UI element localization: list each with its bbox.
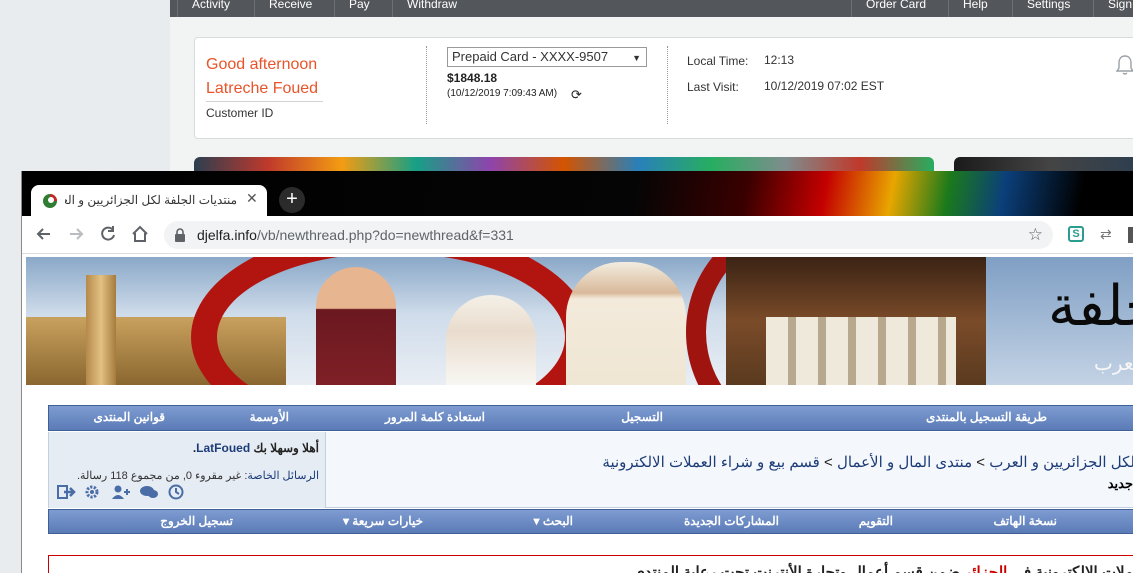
tab-title: منتديات الجلفة لكل الجزائريين و العرب	[65, 193, 237, 207]
extension-partial-icon[interactable]	[1128, 227, 1133, 243]
private-messages-count: : غير مقروء 0, من مجموع 118 رسالة.	[77, 470, 248, 482]
breadcrumb-separator: >	[824, 454, 833, 471]
url-path: /vb/newthread.php?do=newthread&f=331	[256, 227, 514, 243]
nav-settings[interactable]: Settings	[1012, 0, 1084, 17]
forum-notice: ملات الالكترونية في الجزائر ضمن قسم أعما…	[48, 555, 1133, 573]
banner-minaret	[86, 275, 116, 385]
forward-arrow-icon[interactable]	[66, 224, 86, 244]
user-info-box: أهلا وسهلا بك LatFoued. الرسائل الخاصة: …	[49, 432, 326, 508]
banner-girl	[446, 295, 536, 385]
nav-activity[interactable]: Activity	[177, 0, 244, 17]
nav-withdraw[interactable]: Withdraw	[392, 0, 471, 17]
nav-pay[interactable]: Pay	[334, 0, 384, 17]
forum-top-nav: طريقة التسجيل بالمنتدى التسجيل استعادة ك…	[48, 405, 1133, 431]
address-bar[interactable]: djelfa.info/vb/newthread.php?do=newthrea…	[164, 221, 1053, 249]
welcome-prefix: أهلا وسهلا بك	[253, 441, 319, 455]
card-divider-2	[667, 46, 668, 124]
username-link[interactable]: LatFoued	[196, 441, 250, 455]
forum-logo-subtext: والعرب	[1094, 353, 1133, 375]
local-time-value: 12:13	[764, 53, 795, 67]
background-top-nav: Activity Receive Pay Withdraw Order Card…	[0, 0, 1133, 17]
extension-shuffle-icon[interactable]: ⇄	[1100, 226, 1112, 243]
home-icon[interactable]	[130, 224, 150, 244]
nav-new-posts[interactable]: المشاركات الجديدة	[684, 514, 779, 528]
dropdown-arrow-icon: ▼	[632, 53, 641, 63]
top-nav-left-strip	[0, 0, 170, 17]
page-content: الجلفة والعرب طريقة التسجيل بالمنتدى الت…	[22, 255, 1133, 573]
url-text[interactable]: djelfa.info/vb/newthread.php?do=newthrea…	[197, 227, 514, 243]
breadcrumb-business-forum[interactable]: منتدى المال و الأعمال	[837, 454, 972, 471]
page-subtitle: جديد	[1107, 476, 1133, 491]
account-summary-card: Good afternoon Latreche Foued Customer I…	[194, 37, 1133, 139]
settings-gear-icon[interactable]	[84, 484, 100, 500]
last-visit-value: 10/12/2019 07:02 EST	[764, 79, 885, 93]
local-time-label: Local Time:	[687, 54, 749, 68]
nav-receive[interactable]: Receive	[254, 0, 326, 17]
favicon-icon	[43, 194, 57, 208]
nav-logout[interactable]: تسجيل الخروج	[160, 514, 233, 528]
user-quick-icons	[57, 484, 184, 505]
card-select-value: Prepaid Card - XXXX-9507	[452, 49, 609, 64]
reload-icon[interactable]	[98, 224, 118, 244]
extension-s-icon[interactable]: S	[1068, 226, 1084, 242]
nav-forum-rules[interactable]: قوانين المنتدى	[93, 410, 165, 424]
notice-prefix: ملات الالكترونية في	[1011, 564, 1133, 573]
breadcrumb-currency-section[interactable]: قسم بيع و شراء العملات الالكترونية	[602, 454, 819, 471]
card-divider-1	[426, 46, 427, 124]
lock-icon[interactable]	[174, 228, 186, 242]
nav-recover-password[interactable]: استعادة كلمة المرور	[385, 410, 485, 424]
greeting-text: Good afternoon	[206, 56, 318, 73]
browser-tab[interactable]: منتديات الجلفة لكل الجزائريين و العرب ✕	[31, 185, 267, 216]
customer-name: Latreche Foued	[206, 80, 319, 97]
tab-bar: منتديات الجلفة لكل الجزائريين و العرب ✕ …	[22, 171, 1133, 216]
nav-registration-guide[interactable]: طريقة التسجيل بالمنتدى	[926, 410, 1047, 424]
close-tab-icon[interactable]: ✕	[246, 190, 258, 207]
nav-register[interactable]: التسجيل	[621, 410, 663, 424]
nav-quick-options[interactable]: خيارات سريعة ▾	[343, 514, 423, 528]
logout-icon[interactable]	[57, 484, 76, 500]
welcome-text: أهلا وسهلا بك LatFoued.	[193, 441, 319, 455]
private-messages-status: الرسائل الخاصة: غير مقروء 0, من مجموع 11…	[77, 469, 319, 482]
breadcrumb-home[interactable]: لكل الجزائريين و العرب	[989, 454, 1133, 471]
add-friend-icon[interactable]	[111, 484, 131, 500]
notice-text: ملات الالكترونية في الجزائر ضمن قسم أعما…	[633, 563, 1133, 573]
new-tab-button[interactable]: +	[279, 187, 305, 213]
forum-bottom-nav: نسخة الهاتف التقويم المشاركات الجديدة ال…	[48, 509, 1133, 534]
clock-icon[interactable]	[168, 484, 184, 500]
browser-window: منتديات الجلفة لكل الجزائريين و العرب ✕ …	[21, 171, 1133, 573]
back-arrow-icon[interactable]	[34, 224, 54, 244]
greeting: Good afternoon Latreche Foued	[206, 53, 318, 101]
banner-boy	[316, 267, 396, 385]
nav-mobile-version[interactable]: نسخة الهاتف	[994, 514, 1058, 528]
nav-help[interactable]: Help	[948, 0, 1002, 17]
nav-calendar[interactable]: التقويم	[859, 514, 893, 528]
card-balance: $1848.18	[447, 71, 498, 85]
card-select[interactable]: Prepaid Card - XXXX-9507 ▼	[447, 47, 647, 67]
banner-man	[566, 262, 686, 385]
notice-rest: ضمن قسم أعمال وتجارة الأنترنت تحت رعاية …	[633, 564, 960, 573]
bookmark-star-icon[interactable]: ☆	[1028, 225, 1043, 245]
breadcrumb: لكل الجزائريين و العرب > منتدى المال و ا…	[339, 453, 1133, 471]
forum-header-banner: الجلفة والعرب	[26, 257, 1133, 385]
breadcrumb-separator: >	[976, 454, 986, 471]
browser-toolbar: djelfa.info/vb/newthread.php?do=newthrea…	[22, 216, 1133, 254]
welcome-row: أهلا وسهلا بك LatFoued. الرسائل الخاصة: …	[48, 432, 1133, 508]
refresh-icon[interactable]: ⟳	[571, 87, 582, 103]
balance-timestamp: (10/12/2019 7:09:43 AM)	[447, 88, 558, 99]
greeting-divider	[206, 101, 323, 102]
customer-id-label: Customer ID	[206, 106, 274, 120]
forum-logo[interactable]: الجلفة	[1048, 279, 1133, 335]
nav-order-card[interactable]: Order Card	[851, 0, 940, 17]
notice-highlight: الجزائر	[964, 564, 1008, 573]
nav-search[interactable]: البحث ▾	[534, 514, 574, 528]
nav-sign-out[interactable]: Sign	[1093, 0, 1133, 17]
private-messages-link[interactable]: الرسائل الخاصة	[247, 470, 319, 482]
banner-people	[766, 317, 956, 385]
url-host: djelfa.info	[197, 227, 257, 243]
bell-icon[interactable]	[1115, 54, 1133, 76]
last-visit-label: Last Visit:	[687, 80, 739, 94]
nav-badges[interactable]: الأوسمة	[250, 410, 289, 424]
chat-bubbles-icon[interactable]	[139, 484, 159, 500]
